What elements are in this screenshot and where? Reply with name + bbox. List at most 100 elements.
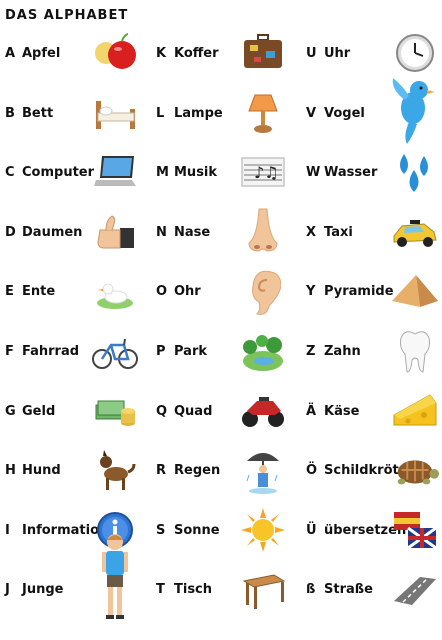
- entry-word: Sonne: [174, 522, 220, 538]
- quad-bike-icon: [238, 386, 288, 436]
- entry-letter: S: [156, 522, 166, 538]
- column-u-sz: U Uhr V Vogel W Wasser X Taxi Y Pyramide Z Zahn Ä Käs…: [302, 24, 442, 620]
- alphabet-entry: A Apfel: [0, 24, 150, 84]
- alphabet-entry: Q Quad: [152, 382, 302, 442]
- entry-word: Taxi: [324, 224, 353, 240]
- lamp-icon: [238, 88, 288, 138]
- entry-letter: Ä: [306, 403, 317, 419]
- entry-letter: F: [5, 343, 14, 359]
- entry-word: Computer: [22, 165, 95, 181]
- music-sheet-icon: ♪♫: [238, 147, 288, 197]
- alphabet-entry: H Hund: [0, 441, 150, 501]
- entry-word: Regen: [174, 463, 221, 479]
- bird-icon: [390, 76, 440, 146]
- svg-text:♪♫: ♪♫: [254, 163, 279, 182]
- alphabet-entry: Ä Käse: [302, 382, 442, 442]
- alphabet-entry: S Sonne: [152, 501, 302, 561]
- entry-word: Lampe: [174, 105, 223, 121]
- rain-umbrella-icon: [238, 445, 288, 495]
- sun-icon: [238, 505, 288, 555]
- alphabet-entry: Y Pyramide: [302, 262, 442, 322]
- entry-word: Pyramide: [324, 284, 394, 300]
- entry-word: Quad: [174, 403, 213, 419]
- alphabet-entry: T Tisch: [152, 560, 302, 620]
- suitcase-icon: [238, 28, 288, 78]
- entry-letter: Z: [306, 343, 316, 359]
- alphabet-entry: ß Straße: [302, 560, 442, 620]
- money-icon: [90, 386, 140, 436]
- entry-letter: L: [156, 105, 165, 121]
- entry-letter: I: [5, 522, 10, 538]
- alphabet-entry: V Vogel: [302, 77, 442, 144]
- entry-letter: B: [5, 105, 15, 121]
- entry-word: Apfel: [22, 46, 61, 61]
- alphabet-entry: J Junge: [0, 534, 150, 620]
- entry-letter: Y: [306, 284, 316, 300]
- nose-icon: [238, 207, 288, 257]
- entry-letter: P: [156, 343, 166, 359]
- table-icon: [238, 564, 288, 614]
- pyramid-icon: [390, 266, 440, 316]
- alphabet-entry: K Koffer: [152, 24, 302, 84]
- cheese-icon: [390, 386, 440, 436]
- entry-word: Koffer: [174, 46, 219, 61]
- entry-word: Vogel: [324, 105, 365, 121]
- entry-word: Junge: [22, 582, 64, 598]
- entry-word: Park: [174, 343, 208, 359]
- alphabet-entry: P Park: [152, 322, 302, 382]
- column-k-t: K Koffer L Lampe M Musik ♪♫ N Nase O Ohr P Park Q Quad…: [152, 24, 302, 620]
- road-icon: [390, 564, 440, 614]
- laptop-icon: [90, 147, 140, 197]
- alphabet-entry: X Taxi: [302, 203, 442, 263]
- entry-word: Fahrrad: [22, 343, 80, 359]
- entry-letter: X: [306, 224, 317, 240]
- alphabet-entry: R Regen: [152, 441, 302, 501]
- turtle-icon: [390, 445, 440, 495]
- entry-word: Bett: [22, 105, 54, 121]
- entry-letter: J: [5, 582, 10, 598]
- boy-icon: [90, 532, 140, 622]
- entry-word: Wasser: [324, 165, 378, 181]
- entry-word: Ente: [22, 284, 56, 300]
- entry-letter: H: [5, 463, 16, 479]
- entry-letter: Ü: [306, 522, 317, 538]
- entry-letter: T: [156, 582, 165, 598]
- column-a-j: A Apfel B Bett C Computer D Daumen E Ente F Fahrrad…: [0, 24, 150, 620]
- alphabet-entry: Ö Schildkröte: [302, 441, 442, 501]
- entry-letter: C: [5, 165, 15, 181]
- entry-word: Nase: [174, 224, 211, 240]
- page-title: DAS ALPHABET: [5, 8, 129, 23]
- thumbs-up-icon: [90, 207, 140, 257]
- entry-letter: A: [5, 46, 16, 61]
- flags-icon: [390, 505, 440, 555]
- entry-letter: Ö: [306, 463, 318, 479]
- entry-word: Daumen: [22, 224, 83, 240]
- dog-icon: [90, 445, 140, 495]
- alphabet-entry: O Ohr: [152, 262, 302, 322]
- entry-letter: O: [156, 284, 168, 300]
- alphabet-entry: E Ente: [0, 262, 150, 322]
- entry-word: Zahn: [324, 343, 361, 359]
- alphabet-entry: M Musik ♪♫: [152, 143, 302, 203]
- entry-letter: E: [5, 284, 14, 300]
- entry-word: Uhr: [324, 46, 351, 61]
- entry-letter: D: [5, 224, 16, 240]
- entry-letter: G: [5, 403, 16, 419]
- clock-icon: [390, 28, 440, 78]
- entry-word: Straße: [324, 582, 373, 598]
- entry-word: Musik: [174, 165, 218, 181]
- park-icon: [238, 326, 288, 376]
- alphabet-entry: Üübersetzen: [302, 501, 442, 561]
- entry-word: Tisch: [174, 582, 213, 598]
- alphabet-entry: W Wasser: [302, 143, 442, 203]
- entry-letter: V: [306, 105, 317, 121]
- taxi-icon: [390, 207, 440, 257]
- bicycle-icon: [90, 326, 140, 376]
- entry-letter: U: [306, 46, 317, 61]
- entry-letter: ß: [306, 582, 316, 598]
- ear-icon: [238, 266, 288, 316]
- entry-word: Ohr: [174, 284, 201, 300]
- apple-icon: [90, 28, 140, 78]
- alphabet-entry: Z Zahn: [302, 322, 442, 382]
- entry-letter: R: [156, 463, 167, 479]
